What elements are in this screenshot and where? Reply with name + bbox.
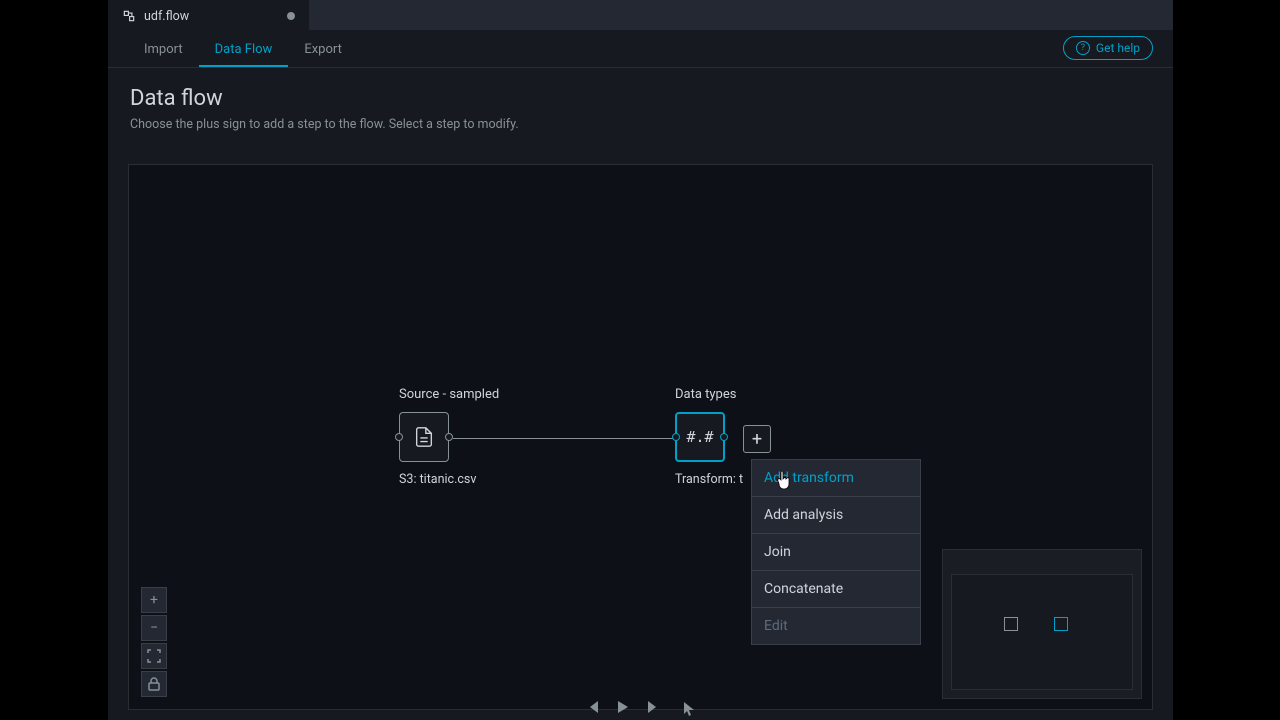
tab-export[interactable]: Export bbox=[288, 34, 358, 67]
get-help-button[interactable]: ? Get help bbox=[1063, 36, 1153, 60]
fit-icon bbox=[147, 649, 161, 663]
play-icon bbox=[618, 701, 628, 713]
menu-item-join[interactable]: Join bbox=[752, 534, 920, 571]
cursor-arrow-icon bbox=[684, 702, 694, 716]
node-types-box[interactable]: #.# bbox=[675, 412, 725, 462]
node-source[interactable]: Source - sampled S3: titanic.csv bbox=[399, 387, 499, 487]
node-source-label: Source - sampled bbox=[399, 387, 499, 402]
menu-item-edit[interactable]: Edit bbox=[752, 608, 920, 644]
file-tab-bar: udf.flow bbox=[108, 0, 1173, 30]
fit-screen-button[interactable] bbox=[141, 643, 167, 669]
node-types-label: Data types bbox=[675, 387, 743, 402]
zoom-in-button[interactable]: + bbox=[141, 587, 167, 613]
zoom-controls: + − bbox=[141, 587, 167, 697]
hash-icon: #.# bbox=[686, 428, 713, 446]
node-source-box[interactable] bbox=[399, 412, 449, 462]
menu-item-add-analysis[interactable]: Add analysis bbox=[752, 497, 920, 534]
lock-icon bbox=[148, 677, 160, 691]
help-icon: ? bbox=[1076, 41, 1090, 55]
port-right[interactable] bbox=[445, 433, 453, 441]
page-title: Data flow bbox=[130, 86, 1151, 111]
flow-canvas[interactable]: Source - sampled S3: titanic.csv Data ty… bbox=[128, 164, 1153, 710]
nav-tabs: Import Data Flow Export ? Get help bbox=[108, 30, 1173, 68]
file-tab-name: udf.flow bbox=[144, 9, 189, 24]
help-label: Get help bbox=[1096, 41, 1140, 55]
next-icon bbox=[646, 701, 660, 713]
player-prev-button[interactable] bbox=[586, 701, 600, 716]
context-menu: Add transform Add analysis Join Concaten… bbox=[751, 459, 921, 645]
node-source-caption: S3: titanic.csv bbox=[399, 472, 499, 487]
minimap-node-selected bbox=[1054, 617, 1068, 631]
page-header: Data flow Choose the plus sign to add a … bbox=[108, 68, 1173, 144]
tab-data-flow[interactable]: Data Flow bbox=[199, 34, 289, 67]
minimap-viewport bbox=[951, 574, 1133, 690]
edge-source-to-types bbox=[453, 438, 675, 439]
port-left[interactable] bbox=[395, 433, 403, 441]
lock-button[interactable] bbox=[141, 671, 167, 697]
flow-file-icon bbox=[122, 9, 136, 23]
unsaved-dot-icon bbox=[287, 12, 295, 20]
minimap[interactable] bbox=[942, 549, 1142, 699]
menu-item-add-transform[interactable]: Add transform bbox=[752, 460, 920, 497]
tab-import[interactable]: Import bbox=[128, 34, 199, 67]
menu-item-concatenate[interactable]: Concatenate bbox=[752, 571, 920, 608]
player-bar bbox=[586, 701, 694, 716]
page-subtitle: Choose the plus sign to add a step to th… bbox=[130, 117, 1151, 132]
node-data-types[interactable]: Data types #.# Transform: t bbox=[675, 387, 743, 487]
file-icon bbox=[413, 426, 435, 448]
node-types-caption: Transform: t bbox=[675, 472, 743, 487]
port-left[interactable] bbox=[672, 433, 680, 441]
player-play-button[interactable] bbox=[618, 701, 628, 716]
add-step-button[interactable]: + bbox=[743, 425, 771, 453]
zoom-out-button[interactable]: − bbox=[141, 615, 167, 641]
prev-icon bbox=[586, 701, 600, 713]
minimap-node bbox=[1004, 617, 1018, 631]
file-tab[interactable]: udf.flow bbox=[108, 0, 309, 30]
player-next-button[interactable] bbox=[646, 701, 660, 716]
port-right[interactable] bbox=[720, 433, 728, 441]
